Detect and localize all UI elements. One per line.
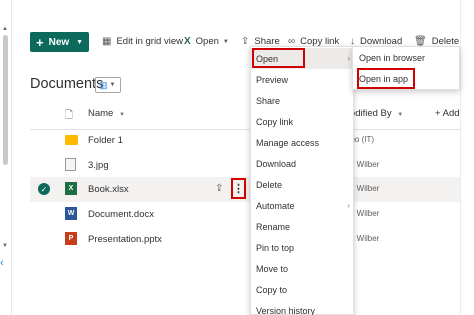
menu-item-label: Delete: [256, 179, 283, 190]
excel-file-icon: X: [65, 182, 77, 195]
menu-item-share[interactable]: Share: [251, 90, 355, 111]
file-name[interactable]: Presentation.pptx: [88, 234, 162, 245]
name-column-label: Name: [88, 108, 114, 119]
chevron-down-icon: ▼: [222, 38, 229, 45]
file-name[interactable]: Document.docx: [88, 209, 154, 220]
menu-item-automate[interactable]: Automate ›: [251, 195, 355, 216]
submenu-item-label: Open in browser: [359, 53, 426, 63]
menu-item-label: Automate: [256, 200, 295, 211]
menu-item-label: Move to: [256, 263, 289, 274]
menu-item-label: Rename: [256, 221, 291, 232]
file-name[interactable]: Folder 1: [88, 135, 123, 146]
add-column-button[interactable]: + Add: [435, 108, 460, 119]
library-options-icon[interactable]: ▥ ▼: [95, 77, 121, 93]
page-title: Documents: [30, 76, 104, 92]
folder-icon: [65, 133, 78, 145]
chevron-right-icon: ›: [347, 201, 350, 210]
menu-item-rename[interactable]: Rename: [251, 216, 355, 237]
context-menu: Open › Preview Share Copy link Manage ac…: [250, 46, 355, 315]
table-row[interactable]: 3.jpg ex Wilber: [30, 153, 460, 178]
share-icon[interactable]: ⇪: [215, 183, 223, 194]
table-row[interactable]: Folder 1 uno (IT): [30, 128, 460, 153]
menu-item-open[interactable]: Open ›: [251, 48, 355, 69]
file-name[interactable]: Book.xlsx: [88, 184, 129, 195]
highlight-box: [252, 48, 305, 68]
table-row[interactable]: P Presentation.pptx ex Wilber: [30, 227, 460, 252]
new-button-label: New: [48, 36, 70, 48]
menu-item-label: Share: [256, 95, 281, 106]
right-edge: [460, 0, 474, 315]
menu-item-label: Copy to: [256, 284, 288, 295]
image-file-icon: [65, 158, 76, 171]
menu-item-label: Download: [256, 158, 297, 169]
menu-item-label: Version history: [256, 305, 316, 315]
menu-item-delete[interactable]: Delete: [251, 174, 355, 195]
name-column-header[interactable]: Name ▼: [88, 108, 125, 119]
powerpoint-file-icon: P: [65, 232, 77, 245]
menu-item-manage-access[interactable]: Manage access: [251, 132, 355, 153]
submenu-item-open-in-browser[interactable]: Open in browser: [353, 48, 461, 68]
file-name[interactable]: 3.jpg: [88, 160, 109, 171]
menu-item-label: Preview: [256, 74, 289, 85]
left-scrollbar[interactable]: ▲ ▼ ‹: [0, 0, 12, 315]
menu-item-copy-link[interactable]: Copy link: [251, 111, 355, 132]
chevron-down-icon: ▼: [118, 112, 125, 118]
menu-item-preview[interactable]: Preview: [251, 69, 355, 90]
highlight-box: [357, 68, 415, 89]
menu-item-label: Manage access: [256, 137, 320, 148]
chevron-down-icon: ▼: [76, 38, 84, 46]
open-label: Open: [195, 36, 219, 47]
checkmark-icon[interactable]: ✓: [38, 183, 50, 195]
chevron-right-icon: ›: [347, 54, 350, 63]
menu-item-label: Pin to top: [256, 242, 295, 253]
grid-icon: ▦: [102, 36, 112, 47]
more-vertical-icon: ⋮: [233, 183, 244, 195]
share-icon: ⇪: [241, 36, 250, 47]
scroll-thumb[interactable]: [3, 35, 8, 165]
scroll-down-arrow-icon[interactable]: ▼: [2, 243, 8, 249]
edit-grid-view-button[interactable]: ▦ Edit in grid view: [102, 36, 183, 47]
collapse-nav-icon[interactable]: ‹: [0, 257, 4, 269]
table-row-selected[interactable]: ✓ X Book.xlsx ⇪ ⋮ ex Wilber: [30, 177, 460, 202]
open-button[interactable]: X Open ▼: [184, 36, 229, 47]
menu-item-label: Copy link: [256, 116, 294, 127]
file-type-header-icon[interactable]: 🗋: [65, 108, 73, 125]
word-file-icon: W: [65, 207, 77, 220]
open-submenu: Open in browser Open in app: [352, 46, 460, 90]
chevron-down-icon: ▼: [397, 112, 404, 118]
plus-icon: +: [36, 34, 44, 50]
new-button[interactable]: + New ▼: [30, 32, 89, 52]
more-actions-button[interactable]: ⋮: [231, 178, 246, 199]
edit-grid-view-label: Edit in grid view: [116, 36, 183, 47]
scroll-up-arrow-icon[interactable]: ▲: [2, 26, 8, 32]
excel-icon: X: [184, 36, 191, 47]
menu-item-download[interactable]: Download: [251, 153, 355, 174]
menu-item-move-to[interactable]: Move to: [251, 258, 355, 279]
menu-item-pin-to-top[interactable]: Pin to top: [251, 237, 355, 258]
menu-item-copy-to[interactable]: Copy to: [251, 279, 355, 300]
menu-item-version-history[interactable]: Version history: [251, 300, 355, 315]
table-row[interactable]: W Document.docx ex Wilber: [30, 202, 460, 227]
